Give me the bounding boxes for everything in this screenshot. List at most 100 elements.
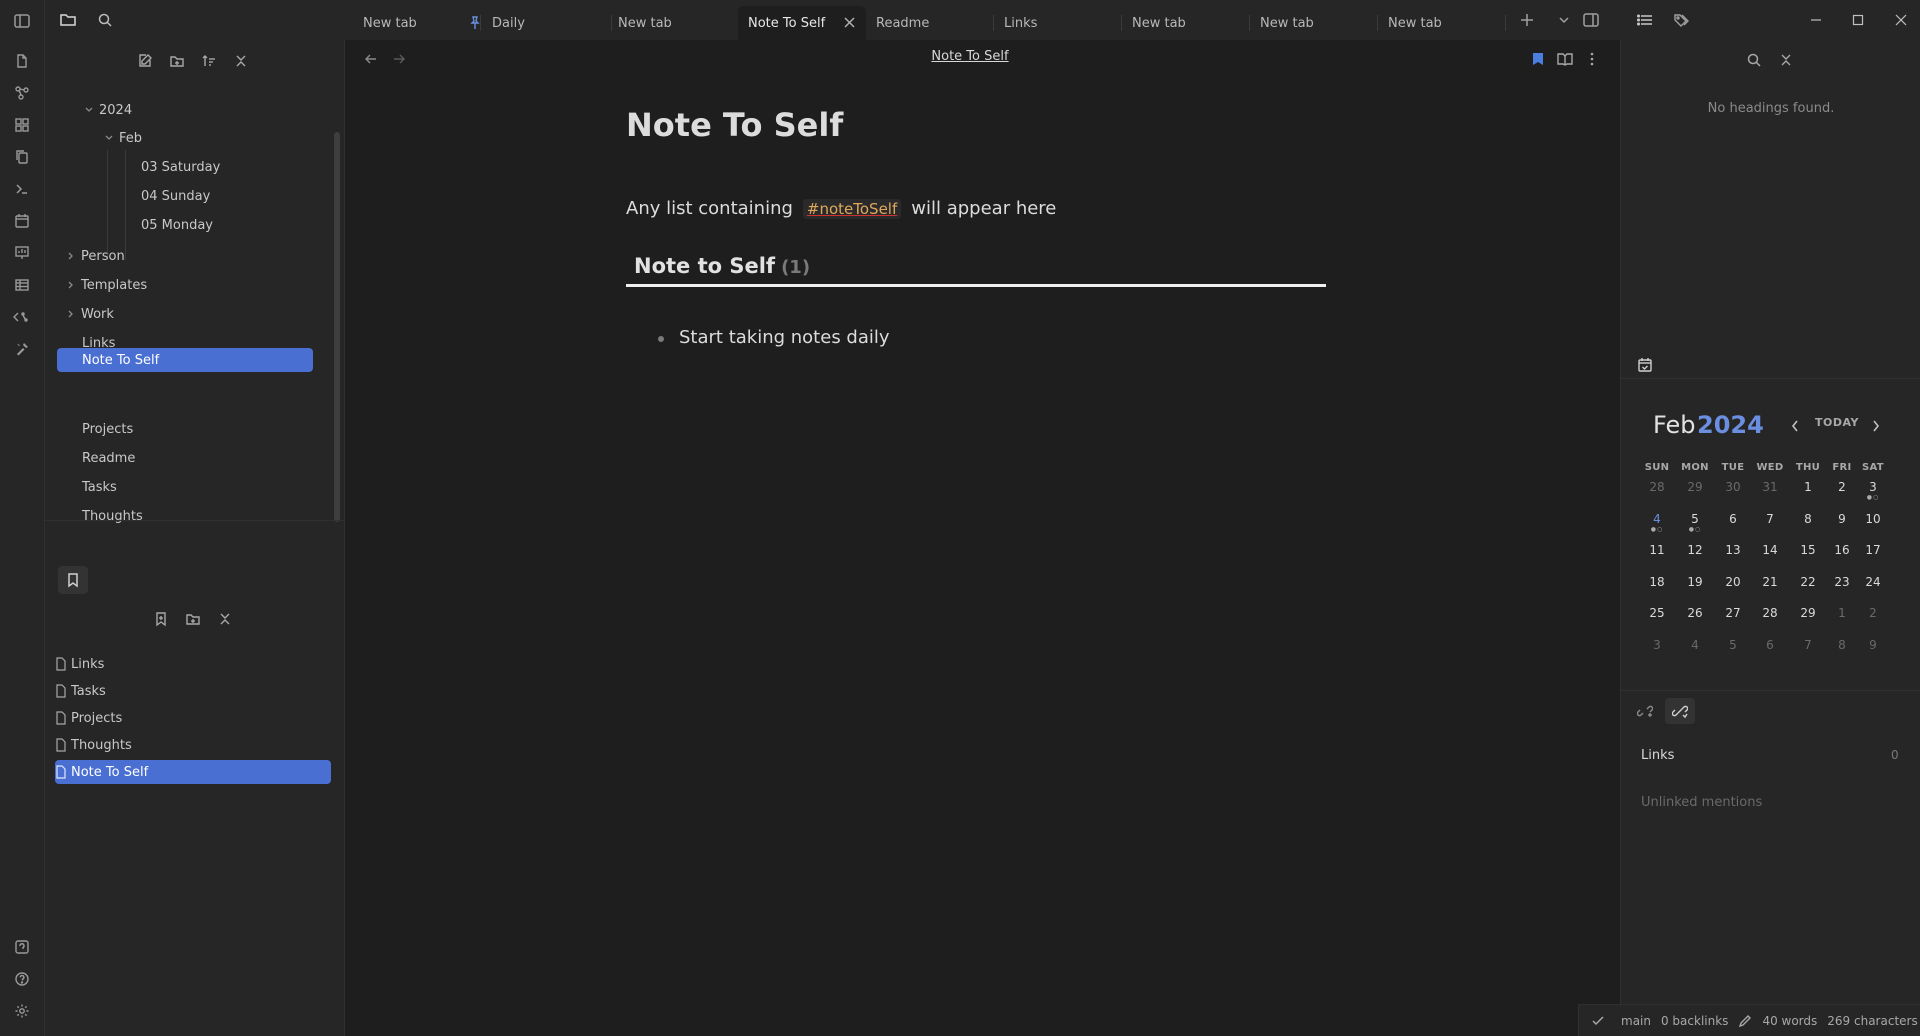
calendar-day[interactable]: 31 — [1755, 480, 1785, 494]
calendar-icon[interactable] — [11, 210, 33, 232]
file-icon[interactable] — [11, 50, 33, 72]
new-tab-plus-icon[interactable] — [1516, 9, 1538, 31]
tree-file-tasks[interactable]: Tasks — [57, 475, 313, 499]
calendar-check-icon[interactable] — [1634, 354, 1656, 376]
outline-list-icon[interactable] — [1634, 9, 1656, 31]
reading-view-book-icon[interactable] — [1554, 48, 1576, 70]
calendar-day[interactable]: 19 — [1680, 575, 1710, 589]
calendar-day[interactable]: 2 — [1827, 480, 1857, 494]
new-folder-icon[interactable] — [166, 50, 188, 72]
tab-new-tab-5[interactable]: New tab — [1378, 6, 1506, 40]
folder-icon[interactable] — [57, 9, 79, 31]
calendar-day[interactable]: 30 — [1718, 480, 1748, 494]
calendar-day[interactable]: 11 — [1642, 543, 1672, 557]
sidebar-toggle-icon[interactable] — [11, 10, 33, 32]
bookmark-item-tasks[interactable]: Tasks — [55, 679, 331, 703]
note-title[interactable]: Note To Self — [626, 106, 843, 144]
help-icon[interactable] — [11, 968, 33, 990]
calendar-day[interactable]: 28 — [1642, 480, 1672, 494]
calendar-day[interactable]: 21 — [1755, 575, 1785, 589]
tree-folder-work[interactable]: Work — [63, 302, 313, 326]
calendar-day[interactable]: 2 — [1858, 606, 1888, 620]
calendar-day[interactable]: 26 — [1680, 606, 1710, 620]
pin-icon[interactable] — [468, 16, 482, 30]
outline-collapse-icon[interactable] — [1775, 49, 1797, 71]
calendar-day[interactable]: 24 — [1858, 575, 1888, 589]
tree-file-day[interactable]: 04 Sunday — [141, 184, 311, 208]
calendar-day[interactable]: 1 — [1827, 606, 1857, 620]
bookmark-item-thoughts[interactable]: Thoughts — [55, 733, 331, 757]
backlinks-linked-icon[interactable] — [1665, 698, 1695, 724]
tag-note-to-self[interactable]: #noteToSelf — [802, 198, 902, 219]
tab-daily[interactable]: Daily — [458, 6, 612, 40]
calendar-prev-chevron-icon[interactable] — [1784, 415, 1806, 437]
collapse-all-icon[interactable] — [230, 50, 252, 72]
calendar-day[interactable]: 5 — [1680, 512, 1710, 526]
calendar-day[interactable]: 17 — [1858, 543, 1888, 557]
tab-links[interactable]: Links — [994, 6, 1122, 40]
calendar-day[interactable]: 12 — [1680, 543, 1710, 557]
bookmark-tab-icon[interactable] — [58, 566, 88, 594]
calendar-day[interactable]: 7 — [1755, 512, 1785, 526]
section-heading[interactable]: Note to Self (1) — [634, 254, 810, 278]
close-window-icon[interactable] — [1890, 9, 1912, 31]
calendar-day[interactable]: 29 — [1680, 480, 1710, 494]
copy-icon[interactable] — [11, 146, 33, 168]
tab-note-to-self[interactable]: Note To Self — [738, 6, 866, 40]
tree-file-day[interactable]: 05 Monday — [141, 213, 311, 237]
more-options-icon[interactable] — [1581, 48, 1603, 70]
tab-new-tab-3[interactable]: New tab — [1122, 6, 1250, 40]
bookmark-item-projects[interactable]: Projects — [55, 706, 331, 730]
calendar-day[interactable]: 25 — [1642, 606, 1672, 620]
calendar-day[interactable]: 14 — [1755, 543, 1785, 557]
calendar-day[interactable]: 6 — [1718, 512, 1748, 526]
calendar-day[interactable]: 9 — [1858, 638, 1888, 652]
tab-list-chevron-down-icon[interactable] — [1553, 9, 1575, 31]
template-code-icon[interactable] — [11, 306, 33, 328]
bookmark-item-note-to-self[interactable]: Note To Self — [55, 760, 331, 784]
sort-icon[interactable] — [198, 50, 220, 72]
git-branch[interactable]: main — [1621, 1014, 1651, 1028]
calendar-day[interactable]: 13 — [1718, 543, 1748, 557]
new-note-icon[interactable] — [134, 50, 156, 72]
minimize-icon[interactable] — [1805, 9, 1827, 31]
backlinks-count[interactable]: 0 backlinks — [1661, 1014, 1728, 1028]
right-sidebar-toggle-icon[interactable] — [1580, 9, 1602, 31]
calendar-day[interactable]: 3 — [1858, 480, 1888, 494]
calendar-day[interactable]: 8 — [1793, 512, 1823, 526]
maximize-icon[interactable] — [1847, 9, 1869, 31]
calendar-day[interactable]: 29 — [1793, 606, 1823, 620]
add-bookmark-icon[interactable] — [150, 608, 172, 630]
calendar-day[interactable]: 10 — [1858, 512, 1888, 526]
tree-file-day[interactable]: 03 Saturday — [141, 155, 311, 179]
outline-search-icon[interactable] — [1743, 49, 1765, 71]
tags-icon[interactable] — [1671, 9, 1693, 31]
calendar-day[interactable]: 15 — [1793, 543, 1823, 557]
tree-file-projects[interactable]: Projects — [57, 417, 313, 441]
search-icon[interactable] — [94, 9, 116, 31]
tree-folder-person[interactable]: Person — [63, 244, 313, 268]
collapse-bookmarks-icon[interactable] — [214, 608, 236, 630]
calendar-day[interactable]: 9 — [1827, 512, 1857, 526]
calendar-day[interactable]: 16 — [1827, 543, 1857, 557]
calendar-day[interactable]: 1 — [1793, 480, 1823, 494]
table-icon[interactable] — [11, 274, 33, 296]
tree-file-note-to-self[interactable]: Note To Self — [57, 348, 313, 372]
calendar-day[interactable]: 28 — [1755, 606, 1785, 620]
calendar-day[interactable]: 8 — [1827, 638, 1857, 652]
calendar-day[interactable]: 4 — [1642, 512, 1672, 526]
unlinked-mentions-label[interactable]: Unlinked mentions — [1641, 795, 1762, 810]
calendar-next-chevron-icon[interactable] — [1865, 415, 1887, 437]
tab-new-tab-4[interactable]: New tab — [1250, 6, 1378, 40]
new-bookmark-group-icon[interactable] — [182, 608, 204, 630]
calendar-day[interactable]: 27 — [1718, 606, 1748, 620]
calendar-day[interactable]: 20 — [1718, 575, 1748, 589]
settings-gear-icon[interactable] — [11, 1000, 33, 1022]
canvas-icon[interactable] — [11, 114, 33, 136]
tree-file-thoughts[interactable]: Thoughts — [57, 504, 313, 528]
calendar-day[interactable]: 22 — [1793, 575, 1823, 589]
backlinks-links-label[interactable]: Links — [1641, 748, 1674, 763]
calendar-day[interactable]: 18 — [1642, 575, 1672, 589]
presentation-icon[interactable] — [11, 242, 33, 264]
graph-icon[interactable] — [11, 82, 33, 104]
